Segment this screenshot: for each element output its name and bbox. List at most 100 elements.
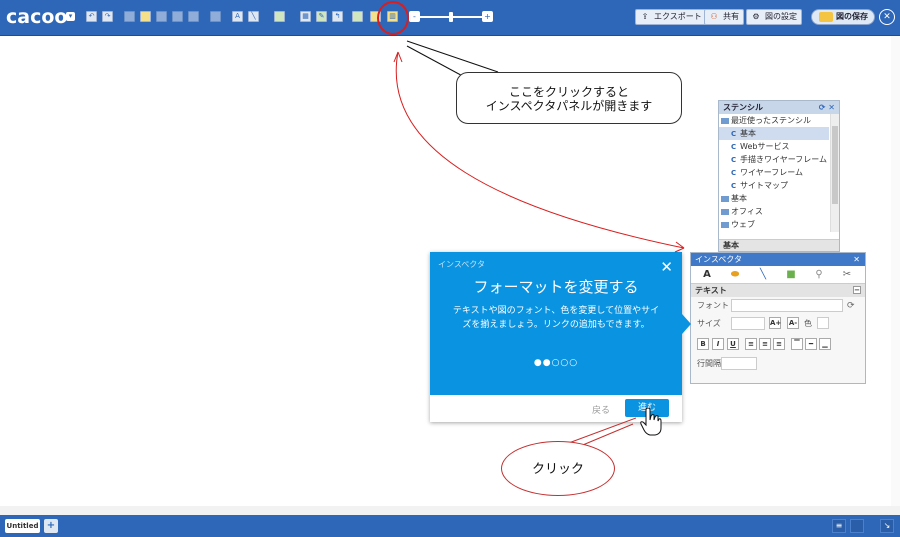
group-icon[interactable] (210, 11, 221, 22)
inspector-tabs: A ⬬ ╲ ■ ⚲ ✂ (691, 266, 865, 284)
diagram-settings-label: 図の設定 (765, 12, 797, 21)
stencil-panel-controls[interactable]: ⟳ ✕ (819, 101, 835, 114)
stencil-footer: 基本 (719, 239, 839, 251)
add-page-button[interactable]: + (44, 519, 58, 533)
shape-tool-icon[interactable] (274, 11, 285, 22)
export-label: エクスポート (654, 12, 702, 21)
text-tool-icon[interactable]: A (232, 11, 243, 22)
text-section-header[interactable]: テキスト − (691, 284, 865, 297)
expand-icon[interactable]: ↘ (880, 519, 894, 533)
page-tab[interactable]: Untitled (5, 519, 40, 533)
diagram-settings-button[interactable]: ⚙ 図の設定 (746, 9, 802, 25)
align-left-icon[interactable]: ≡ (745, 338, 757, 350)
stencil-panel-header[interactable]: ステンシル ⟳ ✕ (719, 101, 839, 114)
valign-top-icon[interactable]: ▔ (791, 338, 803, 350)
font-size-input[interactable] (731, 317, 765, 330)
tutorial-progress-dots[interactable]: ●●○○○ (430, 358, 682, 368)
hand-cursor-icon (640, 408, 662, 436)
zoom-slider-handle[interactable] (449, 12, 453, 22)
stencil-item[interactable]: ウェブ (719, 218, 829, 231)
align-right-icon[interactable]: ≡ (773, 338, 785, 350)
redo-icon[interactable]: ↷ (102, 11, 113, 22)
main-toolbar: cacoo ▾ ↶ ↷ A ╲ ▦ ✎ ↰ ▥ - + ⇪ エクスポート ⚇ 共… (0, 0, 900, 36)
size-label: サイズ (697, 319, 721, 328)
tutorial-label: インスペクタ (438, 260, 485, 269)
copy-icon[interactable] (124, 11, 135, 22)
stencil-list: 最近使ったステンシル C 基本 C Webサービス C 手描きワイヤーフレーム C ワイヤーフレ… (719, 114, 839, 231)
tab-text[interactable]: A (697, 268, 717, 282)
collapse-icon[interactable]: − (853, 286, 861, 294)
stencil-item[interactable]: C ワイヤーフレーム (719, 166, 829, 179)
stencil-item[interactable]: 基本 (719, 192, 829, 205)
text-color-swatch[interactable] (817, 317, 829, 329)
sheet-list-icon[interactable]: ≡ (832, 519, 846, 533)
back-button[interactable]: 戻る (592, 403, 610, 416)
valign-middle-icon[interactable]: ━ (805, 338, 817, 350)
tutorial-close-icon[interactable]: ✕ (660, 258, 673, 276)
valign-bottom-icon[interactable]: ▁ (819, 338, 831, 350)
tab-link-icon[interactable]: ⚲ (809, 268, 829, 282)
refresh-icon[interactable]: ⟳ (847, 297, 855, 315)
line-height-input[interactable] (721, 357, 757, 370)
stencil-item[interactable]: C 基本 (719, 127, 829, 140)
export-button[interactable]: ⇪ エクスポート (635, 9, 707, 25)
bold-button[interactable]: B (697, 338, 709, 350)
tab-tools-icon[interactable]: ✂ (837, 268, 857, 282)
align-center-icon[interactable]: ≡ (759, 338, 771, 350)
stencil-item[interactable]: C 手描きワイヤーフレーム (719, 153, 829, 166)
save-button[interactable]: 図の保存 (811, 9, 875, 25)
share-button[interactable]: ⚇ 共有 (704, 9, 744, 25)
underline-button[interactable]: U (727, 338, 739, 350)
stencil-item[interactable]: C Webサービス (719, 140, 829, 153)
increase-font-icon[interactable]: A+ (769, 317, 781, 329)
font-row: フォント ⟳ (691, 297, 865, 315)
zoom-out-icon[interactable]: - (409, 11, 420, 22)
tab-fill-icon[interactable]: ⬬ (725, 268, 745, 282)
zoom-in-icon[interactable]: + (482, 11, 493, 22)
click-callout: クリック (501, 441, 615, 496)
text-section-title: テキスト (695, 286, 727, 295)
stencil-item-label: 手描きワイヤーフレーム (740, 155, 828, 164)
inspector-header[interactable]: インスペクタ ✕ (691, 253, 865, 266)
italic-button[interactable]: I (712, 338, 724, 350)
connector-tool-icon[interactable]: ↰ (332, 11, 343, 22)
stencil-item[interactable]: 最近使ったステンシル (719, 114, 829, 127)
cut-icon[interactable] (156, 11, 167, 22)
stencil-item-label: 基本 (740, 129, 756, 138)
table-tool-icon[interactable]: ▦ (300, 11, 311, 22)
close-editor-icon[interactable]: ✕ (879, 9, 895, 25)
stencil-item[interactable]: C サイトマップ (719, 179, 829, 192)
close-icon[interactable]: ✕ (853, 253, 860, 266)
delete-icon[interactable] (188, 11, 199, 22)
stencil-item-label: ウェブ (731, 220, 755, 229)
horizontal-scrollbar[interactable] (0, 506, 900, 515)
line-height-row: 行間隔 (691, 355, 865, 373)
stencil-item-label: 最近使ったステンシル (731, 116, 811, 125)
folder-icon (721, 209, 729, 215)
folder-icon (721, 196, 729, 202)
tab-line-icon[interactable]: ╲ (753, 268, 773, 282)
decrease-font-icon[interactable]: A- (787, 317, 799, 329)
paste-icon[interactable] (140, 11, 151, 22)
image-tool-icon[interactable] (352, 11, 363, 22)
save-icon (819, 12, 833, 22)
undo-icon[interactable]: ↶ (86, 11, 97, 22)
color-label: 色 (804, 319, 812, 328)
folder-icon (721, 222, 729, 228)
pen-tool-icon[interactable]: ✎ (316, 11, 327, 22)
line-tool-icon[interactable]: ╲ (248, 11, 259, 22)
font-select[interactable] (731, 299, 843, 312)
stencil-item-label: 基本 (731, 194, 747, 203)
tab-shadow-icon[interactable]: ■ (781, 268, 801, 282)
stencil-scrollbar[interactable] (830, 114, 839, 232)
stencil-item-label: ワイヤーフレーム (740, 168, 804, 177)
stencil-item[interactable]: オフィス (719, 205, 829, 218)
cacoo-logo[interactable]: cacoo (6, 6, 67, 28)
vertical-scrollbar[interactable] (891, 36, 900, 506)
minimap-icon[interactable] (850, 519, 864, 533)
page-tabs-bar: Untitled + ≡ ↘ (0, 515, 900, 537)
inspector-callout: ここをクリックすると インスペクタパネルが開きます (456, 72, 682, 124)
duplicate-icon[interactable] (172, 11, 183, 22)
menu-dropdown-icon[interactable]: ▾ (66, 12, 75, 21)
line-height-label: 行間隔 (697, 359, 721, 368)
